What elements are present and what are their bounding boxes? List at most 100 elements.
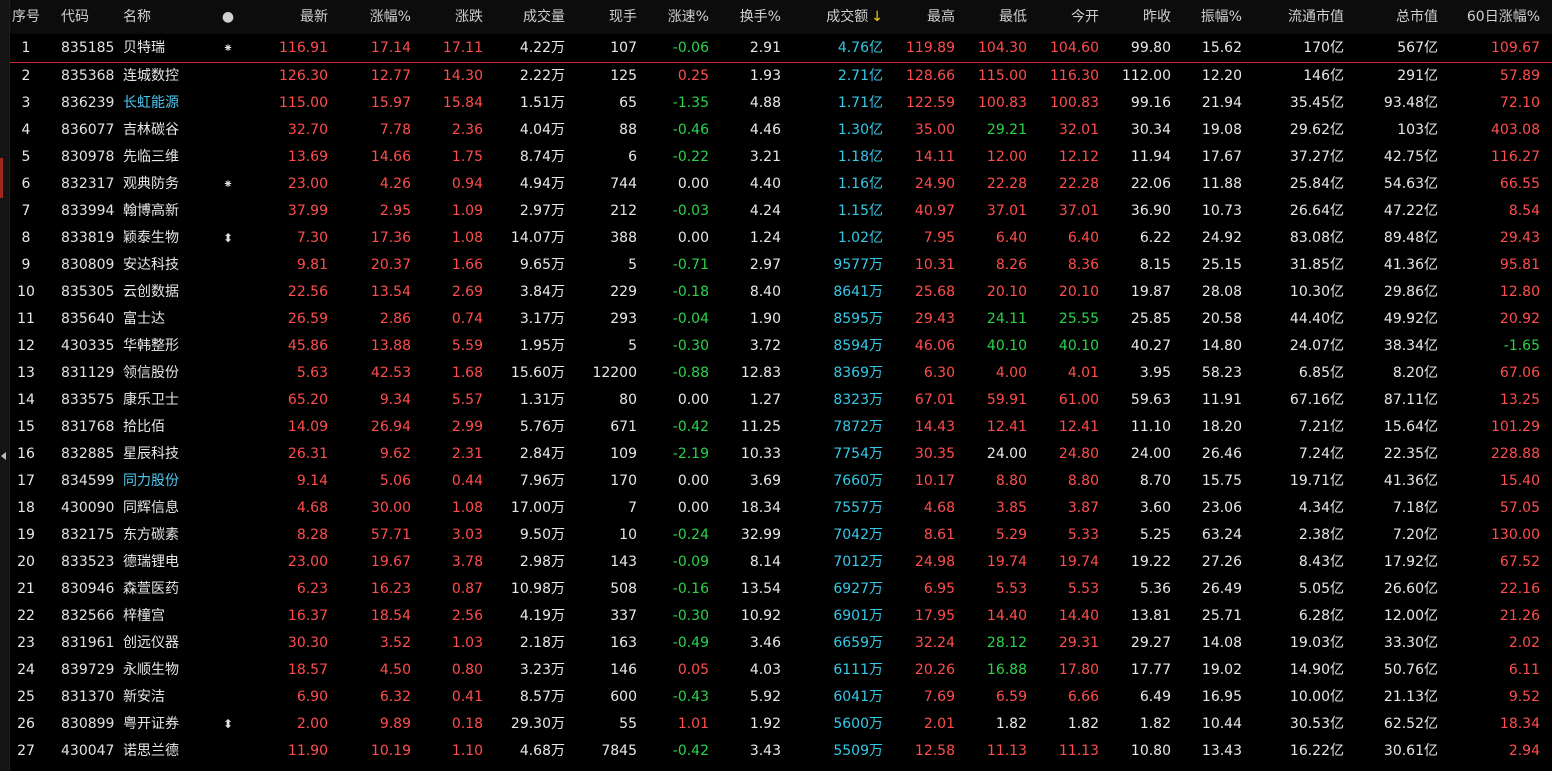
table-row[interactable]: 22 832566 梓橦宫 16.37 18.54 2.56 4.19万 337 -0.30 10… bbox=[10, 603, 1552, 630]
table-row[interactable]: 3 836239 长虹能源 115.00 15.97 15.84 1.51万 65 -1.35 4… bbox=[10, 90, 1552, 117]
column-header-pct[interactable]: 涨幅% bbox=[335, 0, 411, 34]
table-row[interactable]: 20 833523 德瑞锂电 23.00 19.67 3.78 2.98万 143 -0.09 8… bbox=[10, 549, 1552, 576]
cell-name[interactable]: 星辰科技 bbox=[123, 441, 218, 468]
cell-code[interactable]: 430090 bbox=[61, 495, 121, 522]
column-header-turn[interactable]: 换手% bbox=[715, 0, 781, 34]
cell-code[interactable]: 831961 bbox=[61, 630, 121, 657]
table-row[interactable]: 17 834599 同力股份 9.14 5.06 0.44 7.96万 170 0.00 3.69… bbox=[10, 468, 1552, 495]
cell-code[interactable]: 830978 bbox=[61, 144, 121, 171]
cell-code[interactable]: 430335 bbox=[61, 333, 121, 360]
cell-code[interactable]: 833523 bbox=[61, 549, 121, 576]
cell-code[interactable]: 833994 bbox=[61, 198, 121, 225]
cell-name[interactable]: 观典防务 bbox=[123, 171, 218, 198]
cell-name[interactable]: 颖泰生物 bbox=[123, 225, 218, 252]
column-header-hand[interactable]: 现手 bbox=[573, 0, 637, 34]
column-header-code[interactable]: 代码 bbox=[61, 0, 121, 34]
table-row[interactable]: 26 830899 粤开证券 ⬍ 2.00 9.89 0.18 29.30万 55 1.01 1.9… bbox=[10, 711, 1552, 738]
cell-name[interactable]: 吉林碳谷 bbox=[123, 117, 218, 144]
cell-code[interactable]: 833575 bbox=[61, 387, 121, 414]
table-row[interactable]: 21 830946 森萱医药 6.23 16.23 0.87 10.98万 508 -0.16 1… bbox=[10, 576, 1552, 603]
cell-name[interactable]: 富士达 bbox=[123, 306, 218, 333]
collapse-arrow-icon[interactable] bbox=[1, 452, 6, 460]
table-row[interactable]: 25 831370 新安洁 6.90 6.32 0.41 8.57万 600 -0.43 5.92… bbox=[10, 684, 1552, 711]
cell-code[interactable]: 835368 bbox=[61, 63, 121, 90]
cell-name[interactable]: 连城数控 bbox=[123, 63, 218, 90]
cell-code[interactable]: 830809 bbox=[61, 252, 121, 279]
column-header-float-cap[interactable]: 流通市值 bbox=[1260, 0, 1344, 34]
column-header-chg[interactable]: 涨跌 bbox=[415, 0, 483, 34]
column-header-prev[interactable]: 昨收 bbox=[1105, 0, 1171, 34]
cell-code[interactable]: 835305 bbox=[61, 279, 121, 306]
table-row[interactable]: 6 832317 观典防务 ⁕ 23.00 4.26 0.94 4.94万 744 0.00 4.4… bbox=[10, 171, 1552, 198]
table-row[interactable]: 9 830809 安达科技 9.81 20.37 1.66 9.65万 5 -0.71 2.97 9… bbox=[10, 252, 1552, 279]
cell-name[interactable]: 梓橦宫 bbox=[123, 603, 218, 630]
cell-code[interactable]: 831370 bbox=[61, 684, 121, 711]
cell-code[interactable]: 833819 bbox=[61, 225, 121, 252]
table-row[interactable]: 19 832175 东方碳素 8.28 57.71 3.03 9.50万 10 -0.24 32.… bbox=[10, 522, 1552, 549]
cell-code[interactable]: 831768 bbox=[61, 414, 121, 441]
table-row[interactable]: 14 833575 康乐卫士 65.20 9.34 5.57 1.31万 80 0.00 1.27… bbox=[10, 387, 1552, 414]
column-header-total-cap[interactable]: 总市值 bbox=[1350, 0, 1438, 34]
cell-name[interactable]: 德瑞锂电 bbox=[123, 549, 218, 576]
cell-name[interactable]: 同辉信息 bbox=[123, 495, 218, 522]
cell-code[interactable]: 830946 bbox=[61, 576, 121, 603]
cell-name[interactable]: 安达科技 bbox=[123, 252, 218, 279]
cell-name[interactable]: 永顺生物 bbox=[123, 657, 218, 684]
cell-name[interactable]: 拾比佰 bbox=[123, 414, 218, 441]
cell-name[interactable]: 森萱医药 bbox=[123, 576, 218, 603]
cell-name[interactable]: 先临三维 bbox=[123, 144, 218, 171]
cell-name[interactable]: 东方碳素 bbox=[123, 522, 218, 549]
cell-code[interactable]: 832317 bbox=[61, 171, 121, 198]
cell-name[interactable]: 云创数据 bbox=[123, 279, 218, 306]
column-header-low[interactable]: 最低 bbox=[960, 0, 1027, 34]
table-row[interactable]: 2 835368 连城数控 126.30 12.77 14.30 2.22万 125 0.25 1… bbox=[10, 63, 1552, 90]
column-header-amount[interactable]: 成交额 ↓ bbox=[791, 0, 883, 34]
table-row[interactable]: 11 835640 富士达 26.59 2.86 0.74 3.17万 293 -0.04 1.9… bbox=[10, 306, 1552, 333]
cell-code[interactable]: 835185 bbox=[61, 34, 121, 62]
column-header-price[interactable]: 最新 bbox=[258, 0, 328, 34]
cell-name[interactable]: 领信股份 bbox=[123, 360, 218, 387]
cell-name[interactable]: 贝特瑞 bbox=[123, 34, 218, 62]
cell-name[interactable]: 创远仪器 bbox=[123, 630, 218, 657]
cell-code[interactable]: 835640 bbox=[61, 306, 121, 333]
column-header-seq[interactable]: 序号 bbox=[10, 0, 42, 34]
cell-code[interactable]: 830899 bbox=[61, 711, 121, 738]
cell-name[interactable]: 长虹能源 bbox=[123, 90, 218, 117]
table-row[interactable]: 16 832885 星辰科技 26.31 9.62 2.31 2.84万 109 -2.19 10… bbox=[10, 441, 1552, 468]
cell-code[interactable]: 831129 bbox=[61, 360, 121, 387]
table-row[interactable]: 5 830978 先临三维 13.69 14.66 1.75 8.74万 6 -0.22 3.21… bbox=[10, 144, 1552, 171]
cell-code[interactable]: 430047 bbox=[61, 738, 121, 765]
column-header-name[interactable]: 名称 bbox=[123, 0, 218, 34]
column-header-vol[interactable]: 成交量 bbox=[488, 0, 565, 34]
table-row[interactable]: 12 430335 华韩整形 45.86 13.88 5.59 1.95万 5 -0.30 3.7… bbox=[10, 333, 1552, 360]
table-row[interactable]: 13 831129 领信股份 5.63 42.53 1.68 15.60万 12200 -0.8… bbox=[10, 360, 1552, 387]
table-row[interactable]: 18 430090 同辉信息 4.68 30.00 1.08 17.00万 7 0.00 18.3… bbox=[10, 495, 1552, 522]
column-header-mark[interactable]: ● bbox=[216, 0, 240, 34]
table-row[interactable]: 24 839729 永顺生物 18.57 4.50 0.80 3.23万 146 0.05 4.0… bbox=[10, 657, 1552, 684]
table-row[interactable]: 15 831768 拾比佰 14.09 26.94 2.99 5.76万 671 -0.42 11… bbox=[10, 414, 1552, 441]
cell-code[interactable]: 836077 bbox=[61, 117, 121, 144]
column-header-high[interactable]: 最高 bbox=[888, 0, 955, 34]
cell-name[interactable]: 同力股份 bbox=[123, 468, 218, 495]
cell-code[interactable]: 836239 bbox=[61, 90, 121, 117]
cell-name[interactable]: 华韩整形 bbox=[123, 333, 218, 360]
table-row[interactable]: 23 831961 创远仪器 30.30 3.52 1.03 2.18万 163 -0.49 3.… bbox=[10, 630, 1552, 657]
table-row[interactable]: 7 833994 翰博高新 37.99 2.95 1.09 2.97万 212 -0.03 4.2… bbox=[10, 198, 1552, 225]
table-row[interactable]: 4 836077 吉林碳谷 32.70 7.78 2.36 4.04万 88 -0.46 4.46… bbox=[10, 117, 1552, 144]
cell-name[interactable]: 粤开证券 bbox=[123, 711, 218, 738]
cell-code[interactable]: 832175 bbox=[61, 522, 121, 549]
sort-desc-icon[interactable]: ↓ bbox=[871, 9, 883, 25]
table-row[interactable]: 1 835185 贝特瑞 ⁕ 116.91 17.14 17.11 4.22万 107 -0.06… bbox=[10, 34, 1552, 63]
cell-code[interactable]: 832566 bbox=[61, 603, 121, 630]
cell-name[interactable]: 诺思兰德 bbox=[123, 738, 218, 765]
column-header-d60[interactable]: 60日涨幅% bbox=[1446, 0, 1540, 34]
cell-name[interactable]: 康乐卫士 bbox=[123, 387, 218, 414]
column-header-open[interactable]: 今开 bbox=[1032, 0, 1099, 34]
cell-code[interactable]: 839729 bbox=[61, 657, 121, 684]
column-header-amp[interactable]: 振幅% bbox=[1176, 0, 1242, 34]
table-row[interactable]: 10 835305 云创数据 22.56 13.54 2.69 3.84万 229 -0.18 8… bbox=[10, 279, 1552, 306]
table-row[interactable]: 8 833819 颖泰生物 ⬍ 7.30 17.36 1.08 14.07万 388 0.00 1.… bbox=[10, 225, 1552, 252]
cell-code[interactable]: 834599 bbox=[61, 468, 121, 495]
table-row[interactable]: 27 430047 诺思兰德 11.90 10.19 1.10 4.68万 7845 -0.42… bbox=[10, 738, 1552, 765]
cell-name[interactable]: 新安洁 bbox=[123, 684, 218, 711]
